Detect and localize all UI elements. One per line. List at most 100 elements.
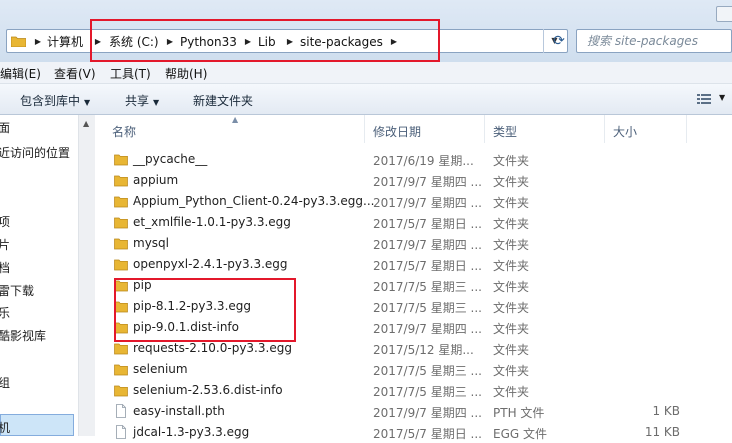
- file-modified-date: 2017/7/5 星期三 ...: [373, 301, 482, 315]
- file-size: 1 KB: [652, 404, 680, 418]
- menu-view[interactable]: 查看(V): [54, 65, 96, 82]
- nav-selection-highlight: [0, 414, 74, 436]
- file-modified-date: 2017/5/7 星期日 ...: [373, 427, 482, 441]
- toolbar: 包含到库中 ▼ 共享 ▼ 新建文件夹 ▼: [0, 84, 732, 115]
- refresh-icon[interactable]: ⟳: [548, 31, 570, 51]
- file-type: 文件夹: [493, 238, 530, 252]
- menu-edit[interactable]: 编辑(E): [0, 65, 41, 82]
- file-type: 文件夹: [493, 343, 530, 357]
- column-header-type[interactable]: 类型: [493, 123, 517, 140]
- folder-icon: [114, 238, 128, 250]
- folder-icon: [114, 364, 128, 376]
- file-row[interactable]: appium 2017/9/7 星期四 ... 文件夹: [96, 170, 732, 191]
- file-name: __pycache__: [133, 152, 208, 166]
- nav-item-thunder-downloads[interactable]: 雷下载: [0, 282, 34, 299]
- nav-item-desktop[interactable]: 面: [0, 119, 10, 136]
- file-type: 文件夹: [493, 301, 530, 315]
- view-options-icon[interactable]: [697, 93, 711, 105]
- navigation-pane: [0, 115, 78, 436]
- search-input[interactable]: 搜索 site-packages: [576, 29, 732, 53]
- sort-ascending-icon: ▲: [232, 115, 239, 124]
- nav-item-recent-places[interactable]: 近访问的位置: [0, 144, 70, 161]
- nav-item-music[interactable]: 乐: [0, 304, 10, 321]
- file-row[interactable]: et_xmlfile-1.0.1-py3.3.egg 2017/5/7 星期日 .…: [96, 212, 732, 233]
- folder-icon: [11, 36, 26, 47]
- column-divider[interactable]: [686, 115, 687, 143]
- share-label: 共享: [125, 94, 150, 108]
- file-icon: [116, 404, 126, 418]
- nav-item-videos[interactable]: 项: [0, 213, 10, 230]
- file-type: 文件夹: [493, 385, 530, 399]
- file-modified-date: 2017/9/7 星期四 ...: [373, 322, 482, 336]
- file-row[interactable]: __pycache__ 2017/6/19 星期... 文件夹: [96, 149, 732, 170]
- file-type: 文件夹: [493, 217, 530, 231]
- file-modified-date: 2017/5/7 星期日 ...: [373, 217, 482, 231]
- folder-icon: [114, 175, 128, 187]
- file-name: Appium_Python_Client-0.24-py3.3.egg...: [133, 194, 375, 208]
- nav-item-pictures[interactable]: 片: [0, 236, 10, 253]
- folder-icon: [114, 196, 128, 208]
- file-modified-date: 2017/6/19 星期...: [373, 154, 474, 168]
- nav-item-video-library[interactable]: 酷影视库: [0, 327, 46, 344]
- file-name: selenium-2.53.6.dist-info: [133, 383, 283, 397]
- file-modified-date: 2017/7/5 星期三 ...: [373, 385, 482, 399]
- folder-icon: [114, 259, 128, 271]
- file-name: easy-install.pth: [133, 404, 225, 418]
- file-modified-date: 2017/9/7 星期四 ...: [373, 175, 482, 189]
- include-in-library-label: 包含到库中: [20, 94, 81, 108]
- nav-item-computer[interactable]: 机: [0, 419, 10, 436]
- file-modified-date: 2017/5/7 星期日 ...: [373, 259, 482, 273]
- column-divider[interactable]: [604, 115, 605, 143]
- menubar: 编辑(E) 查看(V) 工具(T) 帮助(H): [0, 62, 732, 84]
- chevron-down-icon: ▼: [84, 98, 91, 107]
- folder-icon: [114, 343, 128, 355]
- column-header-size[interactable]: 大小: [613, 123, 637, 140]
- file-type: 文件夹: [493, 175, 530, 189]
- file-type: 文件夹: [493, 154, 530, 168]
- window-control-button[interactable]: [716, 6, 732, 22]
- column-headers: 名称 修改日期 类型 大小: [96, 115, 732, 143]
- nav-scrollbar[interactable]: ▲: [78, 115, 95, 436]
- file-row[interactable]: openpyxl-2.4.1-py3.3.egg 2017/5/7 星期日 ...…: [96, 254, 732, 275]
- file-row[interactable]: Appium_Python_Client-0.24-py3.3.egg... 20…: [96, 191, 732, 212]
- column-divider[interactable]: [484, 115, 485, 143]
- include-in-library-button[interactable]: 包含到库中 ▼: [20, 92, 90, 109]
- menu-tools[interactable]: 工具(T): [110, 65, 151, 82]
- file-name: jdcal-1.3-py3.3.egg: [133, 425, 250, 439]
- egg-file-icon: [116, 425, 126, 439]
- nav-item-homegroup[interactable]: 组: [0, 374, 10, 391]
- file-row[interactable]: selenium-2.53.6.dist-info 2017/7/5 星期三 ..…: [96, 380, 732, 401]
- file-row[interactable]: mysql 2017/9/7 星期四 ... 文件夹: [96, 233, 732, 254]
- share-button[interactable]: 共享 ▼: [125, 92, 159, 109]
- file-name: selenium: [133, 362, 188, 376]
- file-name: openpyxl-2.4.1-py3.3.egg: [133, 257, 288, 271]
- file-type: 文件夹: [493, 364, 530, 378]
- column-header-date[interactable]: 修改日期: [373, 123, 421, 140]
- chevron-right-icon[interactable]: ▶: [33, 34, 43, 50]
- new-folder-button[interactable]: 新建文件夹: [193, 92, 253, 109]
- chevron-down-icon: ▼: [153, 98, 160, 107]
- file-modified-date: 2017/7/5 星期三 ...: [373, 364, 482, 378]
- file-row[interactable]: easy-install.pth 2017/9/7 星期四 ... PTH 文件 1 …: [96, 401, 732, 422]
- file-type: PTH 文件: [493, 406, 545, 420]
- scroll-up-icon[interactable]: ▲: [83, 119, 89, 128]
- annotation-highlight-box: [90, 19, 440, 62]
- folder-icon: [114, 385, 128, 397]
- menu-help[interactable]: 帮助(H): [165, 65, 207, 82]
- nav-item-documents[interactable]: 档: [0, 259, 10, 276]
- breadcrumb-computer[interactable]: 计算机: [47, 34, 83, 50]
- folder-icon: [114, 217, 128, 229]
- column-header-name[interactable]: 名称: [112, 123, 136, 140]
- file-modified-date: 2017/9/7 星期四 ...: [373, 196, 482, 210]
- file-row[interactable]: selenium 2017/7/5 星期三 ... 文件夹: [96, 359, 732, 380]
- file-modified-date: 2017/9/7 星期四 ...: [373, 238, 482, 252]
- file-name: mysql: [133, 236, 169, 250]
- column-divider[interactable]: [364, 115, 365, 143]
- chevron-down-icon[interactable]: ▼: [719, 93, 725, 102]
- folder-icon: [114, 154, 128, 166]
- file-modified-date: 2017/7/5 星期三 ...: [373, 280, 482, 294]
- file-name: appium: [133, 173, 179, 187]
- file-size: 11 KB: [644, 425, 680, 439]
- file-modified-date: 2017/9/7 星期四 ...: [373, 406, 482, 420]
- file-row[interactable]: jdcal-1.3-py3.3.egg 2017/5/7 星期日 ... EGG 文…: [96, 422, 732, 443]
